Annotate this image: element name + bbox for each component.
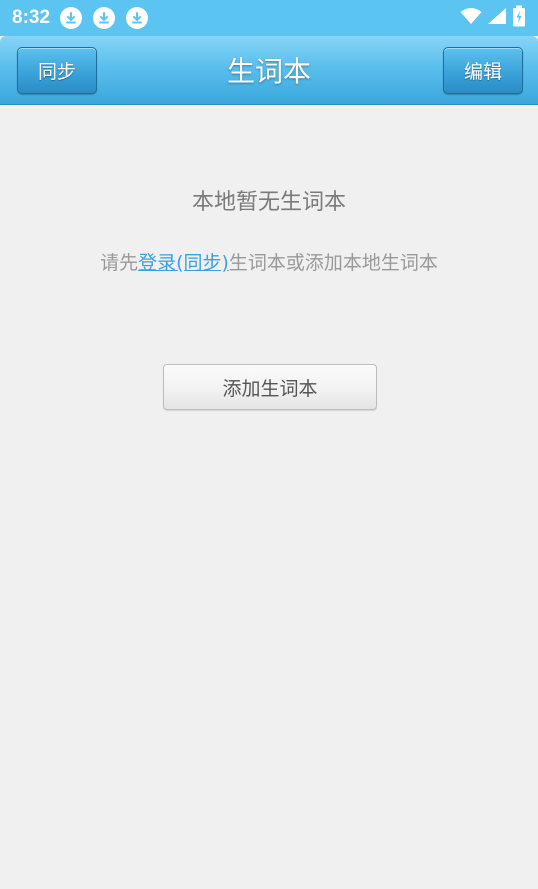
hint-suffix: 生词本或添加本地生词本 bbox=[228, 252, 438, 274]
download-icon bbox=[126, 7, 149, 29]
add-wordbook-button[interactable]: 添加生词本 bbox=[163, 364, 377, 410]
empty-state-hint: 请先登录(同步)生词本或添加本地生词本 bbox=[0, 248, 538, 275]
edit-button[interactable]: 编辑 bbox=[443, 47, 523, 94]
status-icons bbox=[460, 5, 526, 31]
hint-prefix: 请先 bbox=[100, 252, 139, 274]
status-time: 8:32 bbox=[12, 7, 51, 28]
battery-charging-icon bbox=[512, 5, 526, 31]
download-icon bbox=[60, 7, 83, 29]
login-sync-link[interactable]: 登录(同步) bbox=[138, 252, 229, 274]
status-bar: 8:32 bbox=[0, 0, 538, 36]
title-bar: 同步 生词本 编辑 bbox=[0, 36, 538, 105]
wifi-icon bbox=[460, 7, 482, 29]
signal-icon bbox=[487, 7, 507, 29]
empty-state-title: 本地暂无生词本 bbox=[191, 190, 346, 215]
download-icon bbox=[93, 7, 116, 29]
